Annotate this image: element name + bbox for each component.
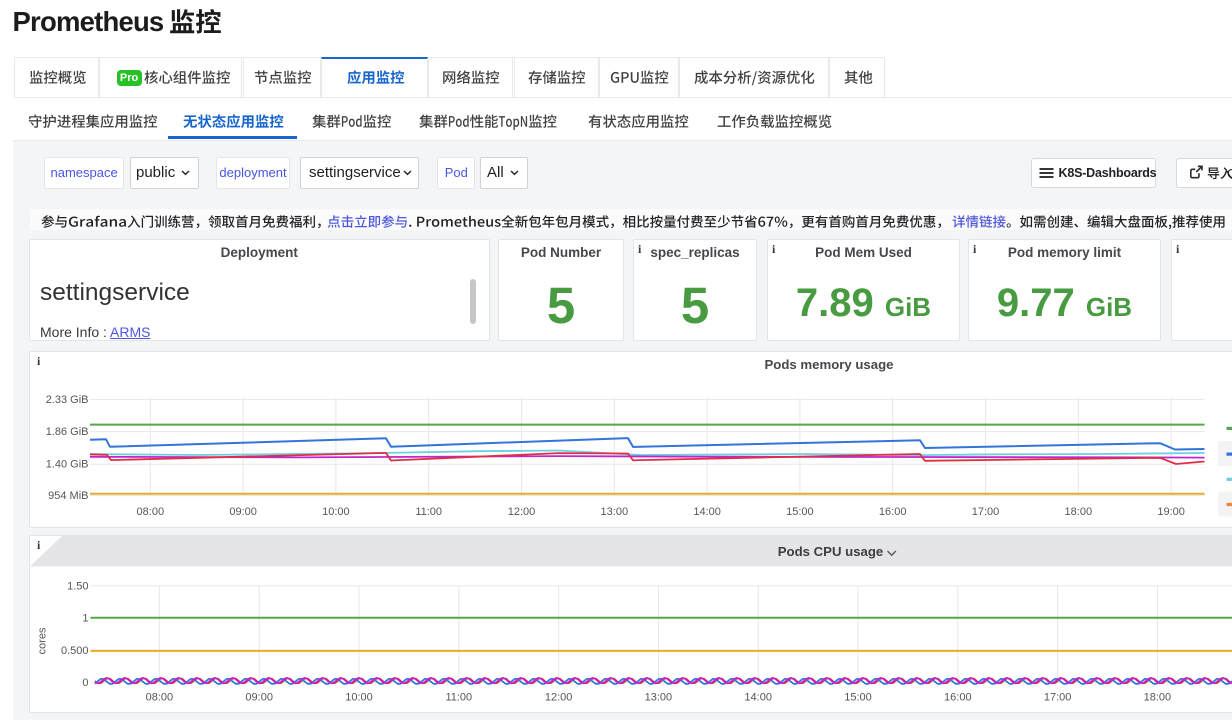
svg-text:13:00: 13:00 <box>644 691 672 703</box>
svg-text:08:00: 08:00 <box>136 505 164 517</box>
svg-text:19:00: 19:00 <box>1157 505 1185 517</box>
svg-text:18:00: 18:00 <box>1143 691 1171 703</box>
svg-text:14:00: 14:00 <box>744 691 772 703</box>
svg-text:1: 1 <box>82 612 88 624</box>
svg-text:12:00: 12:00 <box>507 505 535 517</box>
svg-text:954 MiB: 954 MiB <box>48 490 88 502</box>
svg-text:17:00: 17:00 <box>971 505 999 517</box>
svg-text:13:00: 13:00 <box>600 505 628 517</box>
svg-text:1.40 GiB: 1.40 GiB <box>45 458 88 470</box>
svg-text:1.86 GiB: 1.86 GiB <box>45 426 88 438</box>
svg-text:11:00: 11:00 <box>415 505 442 517</box>
svg-text:10:00: 10:00 <box>345 691 373 703</box>
svg-text:0.500: 0.500 <box>60 644 88 656</box>
svg-text:14:00: 14:00 <box>693 505 721 517</box>
svg-text:Pods CPU usage: Pods CPU usage <box>777 544 883 559</box>
svg-text:16:00: 16:00 <box>944 691 972 703</box>
svg-text:2.33 GiB: 2.33 GiB <box>45 393 88 405</box>
svg-text:12:00: 12:00 <box>544 691 572 703</box>
svg-text:09:00: 09:00 <box>229 505 257 517</box>
svg-text:09:00: 09:00 <box>245 691 273 703</box>
svg-text:15:00: 15:00 <box>786 505 814 517</box>
svg-text:1.50: 1.50 <box>67 580 88 592</box>
svg-text:15:00: 15:00 <box>844 691 872 703</box>
svg-text:Pods memory usage: Pods memory usage <box>764 357 893 372</box>
svg-text:cores: cores <box>36 627 48 654</box>
svg-text:10:00: 10:00 <box>322 505 350 517</box>
svg-text:08:00: 08:00 <box>145 691 173 703</box>
svg-text:16:00: 16:00 <box>878 505 906 517</box>
svg-text:11:00: 11:00 <box>445 691 472 703</box>
svg-text:0: 0 <box>82 677 88 689</box>
svg-text:18:00: 18:00 <box>1064 505 1092 517</box>
svg-text:i: i <box>37 354 41 368</box>
svg-text:17:00: 17:00 <box>1043 691 1071 703</box>
